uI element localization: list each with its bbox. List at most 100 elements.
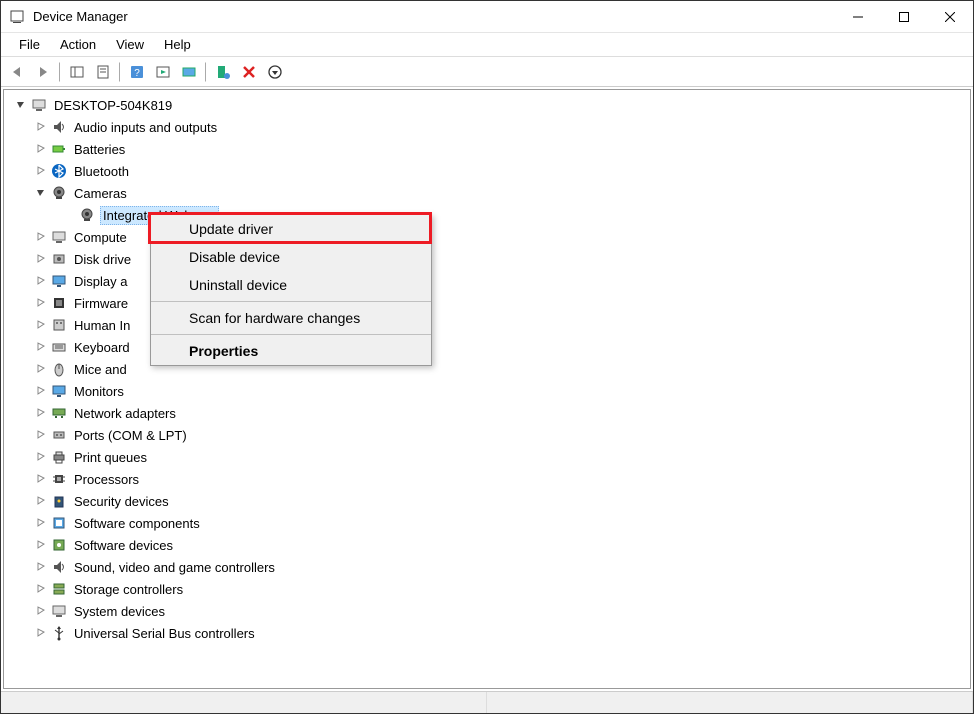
device-category[interactable]: Universal Serial Bus controllers [4, 622, 970, 644]
category-label: Software devices [72, 537, 175, 554]
device-category[interactable]: Bluetooth [4, 160, 970, 182]
minimize-button[interactable] [835, 1, 881, 33]
expand-icon[interactable] [34, 340, 48, 354]
forward-button[interactable] [31, 60, 55, 84]
expand-icon[interactable] [34, 252, 48, 266]
expand-icon[interactable] [34, 406, 48, 420]
expand-icon[interactable] [34, 296, 48, 310]
device-category[interactable]: Human In [4, 314, 970, 336]
category-label: Print queues [72, 449, 149, 466]
device-category[interactable]: Compute [4, 226, 970, 248]
device-category[interactable]: Mice and [4, 358, 970, 380]
device-category[interactable]: Software components [4, 512, 970, 534]
menu-view[interactable]: View [106, 37, 154, 52]
expand-icon[interactable] [34, 428, 48, 442]
device-category[interactable]: Ports (COM & LPT) [4, 424, 970, 446]
computer-icon [50, 228, 68, 246]
expand-icon[interactable] [34, 538, 48, 552]
expand-icon[interactable] [34, 362, 48, 376]
keyboard-icon [50, 338, 68, 356]
add-device-button[interactable] [211, 60, 235, 84]
device-item[interactable]: Integrated Webcam [4, 204, 970, 226]
device-category[interactable]: Batteries [4, 138, 970, 160]
expand-icon[interactable] [34, 450, 48, 464]
sound-icon [50, 558, 68, 576]
device-category[interactable]: Print queues [4, 446, 970, 468]
category-label: Batteries [72, 141, 127, 158]
titlebar: Device Manager [1, 1, 973, 33]
device-category[interactable]: Firmware [4, 292, 970, 314]
usb-icon [50, 624, 68, 642]
category-label: Network adapters [72, 405, 178, 422]
root-node[interactable]: DESKTOP-504K819 [4, 94, 970, 116]
expand-icon[interactable] [34, 274, 48, 288]
ctx-uninstall-device[interactable]: Uninstall device [151, 271, 431, 299]
expand-icon[interactable] [34, 516, 48, 530]
category-label: Software components [72, 515, 202, 532]
ctx-disable-device[interactable]: Disable device [151, 243, 431, 271]
expand-icon[interactable] [34, 230, 48, 244]
device-category[interactable]: Storage controllers [4, 578, 970, 600]
close-button[interactable] [927, 1, 973, 33]
camera-icon [50, 184, 68, 202]
expand-icon[interactable] [34, 582, 48, 596]
ctx-label: Scan for hardware changes [189, 310, 360, 326]
expand-icon[interactable] [34, 494, 48, 508]
more-button[interactable] [263, 60, 287, 84]
ctx-scan-hardware[interactable]: Scan for hardware changes [151, 304, 431, 332]
device-manager-window: Device Manager File Action View Help ? D… [0, 0, 974, 714]
device-category[interactable]: Display a [4, 270, 970, 292]
app-icon [9, 9, 25, 25]
display-icon [50, 272, 68, 290]
help-button[interactable]: ? [125, 60, 149, 84]
device-category[interactable]: Security devices [4, 490, 970, 512]
expand-icon[interactable] [34, 472, 48, 486]
monitor-icon [50, 382, 68, 400]
expand-icon[interactable] [34, 164, 48, 178]
ctx-update-driver[interactable]: Update driver [151, 215, 431, 243]
ctx-properties[interactable]: Properties [151, 337, 431, 365]
menu-action[interactable]: Action [50, 37, 106, 52]
mouse-icon [50, 360, 68, 378]
hid-icon [50, 316, 68, 334]
device-category[interactable]: Software devices [4, 534, 970, 556]
maximize-button[interactable] [881, 1, 927, 33]
scan-button[interactable] [177, 60, 201, 84]
context-menu: Update driver Disable device Uninstall d… [150, 214, 432, 366]
expand-icon[interactable] [34, 384, 48, 398]
device-category[interactable]: Processors [4, 468, 970, 490]
menu-help[interactable]: Help [154, 37, 201, 52]
device-category[interactable]: System devices [4, 600, 970, 622]
expand-icon[interactable] [34, 560, 48, 574]
expand-icon[interactable] [34, 626, 48, 640]
device-category[interactable]: Audio inputs and outputs [4, 116, 970, 138]
show-hide-button[interactable] [65, 60, 89, 84]
security-icon [50, 492, 68, 510]
expand-icon[interactable] [34, 120, 48, 134]
camera-icon [78, 206, 96, 224]
device-category[interactable]: Cameras [4, 182, 970, 204]
properties-button[interactable] [91, 60, 115, 84]
toolbar: ? [1, 57, 973, 87]
menu-file[interactable]: File [9, 37, 50, 52]
device-category[interactable]: Disk drive [4, 248, 970, 270]
remove-button[interactable] [237, 60, 261, 84]
collapse-icon[interactable] [14, 98, 28, 112]
category-label: Human In [72, 317, 132, 334]
category-label: Storage controllers [72, 581, 185, 598]
back-button[interactable] [5, 60, 29, 84]
statusbar [1, 691, 973, 713]
expand-icon[interactable] [34, 142, 48, 156]
expand-icon[interactable] [34, 318, 48, 332]
action-button[interactable] [151, 60, 175, 84]
expand-icon[interactable] [34, 186, 48, 200]
device-category[interactable]: Monitors [4, 380, 970, 402]
device-category[interactable]: Sound, video and game controllers [4, 556, 970, 578]
device-category[interactable]: Keyboard [4, 336, 970, 358]
storage-icon [50, 580, 68, 598]
battery-icon [50, 140, 68, 158]
device-tree[interactable]: DESKTOP-504K819 Audio inputs and outputs… [3, 89, 971, 689]
ctx-separator [151, 334, 431, 335]
expand-icon[interactable] [34, 604, 48, 618]
device-category[interactable]: Network adapters [4, 402, 970, 424]
